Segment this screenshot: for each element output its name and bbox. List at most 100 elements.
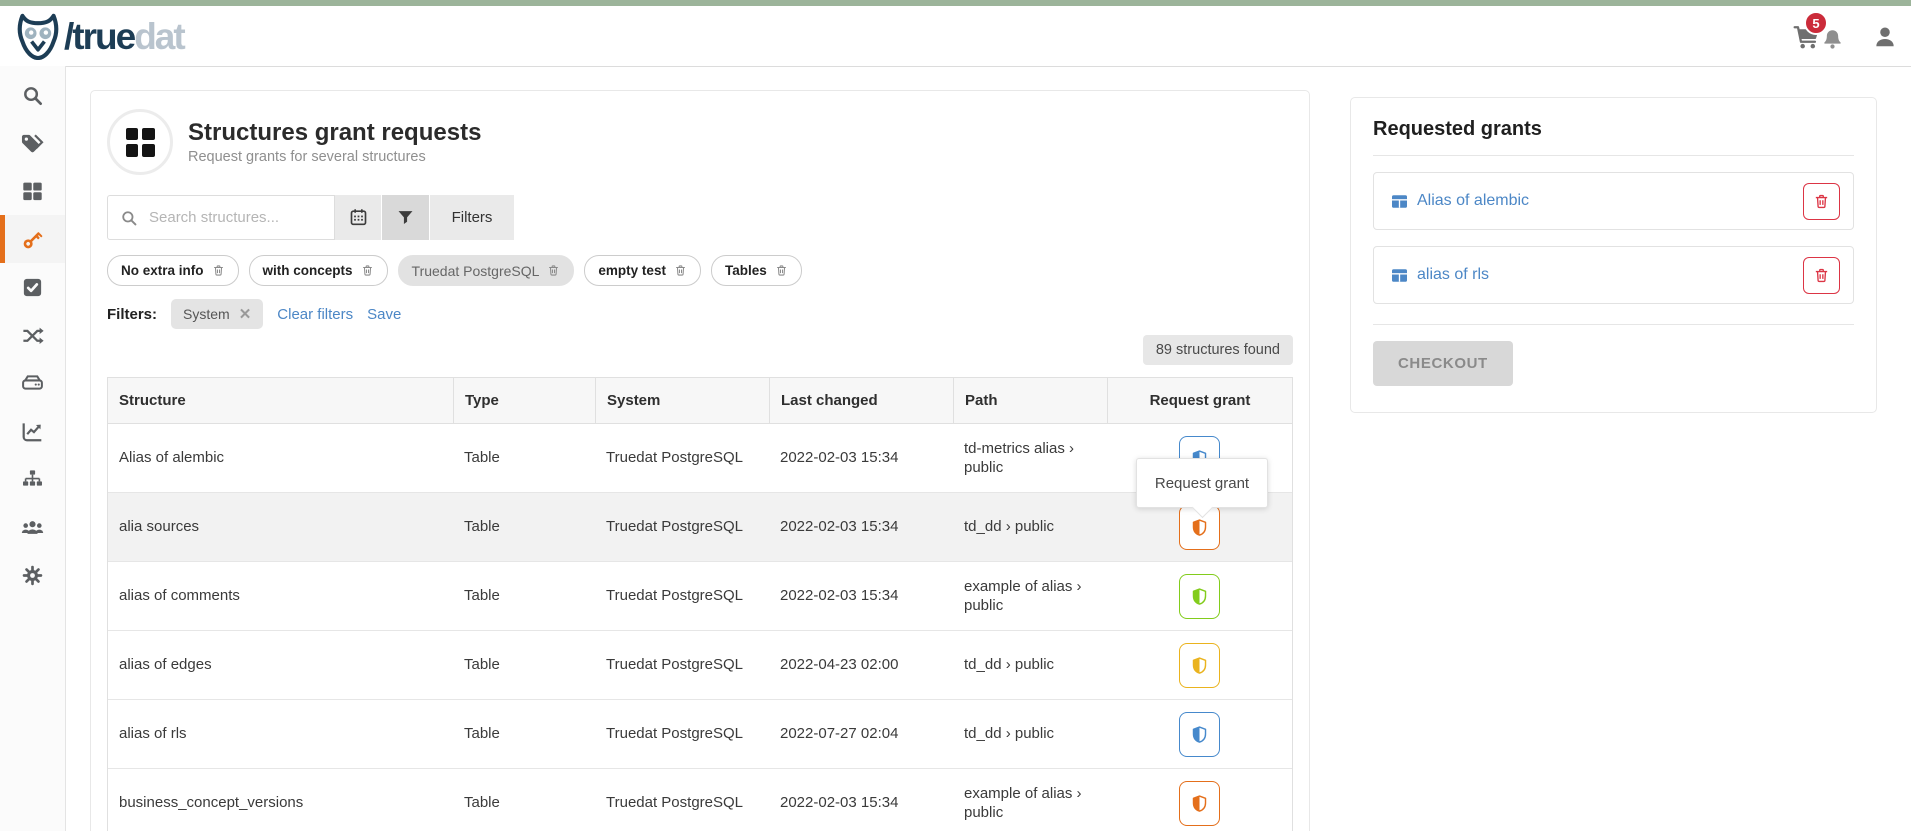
cell-type: Table [453,442,595,474]
cell-path: td_dd › public [953,511,1107,543]
column-header-structure: Structure [108,378,453,423]
sidebar-item-systems[interactable] [0,359,65,407]
table-body: Alias of alembic Table Truedat PostgreSQ… [108,424,1292,831]
trash-icon[interactable] [361,264,374,277]
user-avatar-icon[interactable] [1872,24,1898,50]
funnel-icon [396,208,415,227]
cell-last-changed: 2022-02-03 15:34 [769,511,953,543]
trash-icon[interactable] [674,264,687,277]
request-grant-button[interactable] [1179,574,1220,619]
filter-chip[interactable]: empty test [584,255,701,286]
sidebar-item-tasks[interactable] [0,263,65,311]
divider [1373,155,1854,156]
delete-grant-button[interactable] [1803,183,1840,220]
page-subtitle: Request grants for several structures [188,149,481,165]
cell-system: Truedat PostgreSQL [595,511,769,543]
cell-last-changed: 2022-02-03 15:34 [769,580,953,612]
key-icon [21,228,44,251]
sidebar-item-analytics[interactable] [0,407,65,455]
trash-icon[interactable] [212,264,225,277]
request-grant-button[interactable] [1179,643,1220,688]
tooltip-text: Request grant [1155,475,1249,492]
cell-last-changed: 2022-04-23 02:00 [769,649,953,681]
save-filters-link[interactable]: Save [367,306,401,323]
cell-system: Truedat PostgreSQL [595,442,769,474]
owl-logo-icon [16,12,60,60]
shield-icon [1190,724,1209,745]
request-grant-button[interactable] [1179,781,1220,826]
requested-grants-list: Alias of alembic alias of rls [1373,172,1854,304]
cell-structure: alias of rls [108,718,453,750]
filter-chip-label: with concepts [263,263,353,278]
trash-icon [1813,267,1830,284]
grant-item-label: Alias of alembic [1417,192,1529,210]
requested-grants-title: Requested grants [1373,118,1854,141]
sidebar-item-settings[interactable] [0,551,65,599]
filter-chip[interactable]: No extra info [107,255,239,286]
table-row: Alias of alembic Table Truedat PostgreSQ… [108,424,1292,493]
brand-logo[interactable]: /truedat [0,12,184,60]
filter-chips: No extra info with concepts Truedat Post… [107,255,1293,286]
date-filter-button[interactable] [335,195,381,240]
cell-structure: alias of edges [108,649,453,681]
cell-type: Table [453,718,595,750]
sidebar-item-hierarchy[interactable] [0,455,65,503]
checkout-button[interactable]: CHECKOUT [1373,341,1513,386]
sidebar-item-modules[interactable] [0,167,65,215]
tags-icon [21,132,44,155]
check-square-icon [21,276,44,299]
cart-count-badge: 5 [1804,11,1828,35]
cell-path: example of alias › public [953,778,1107,829]
requested-grants-panel: Requested grants Alias of alembic [1350,97,1877,413]
brand-wordmark: /truedat [64,18,184,55]
cell-type: Table [453,649,595,681]
sidebar-item-lineage[interactable] [0,311,65,359]
trash-icon[interactable] [775,264,788,277]
search-input[interactable] [147,208,322,227]
filter-chip-label: Tables [725,263,767,278]
trash-icon [1813,193,1830,210]
applied-filter-chip: System ✕ [171,299,263,329]
delete-grant-button[interactable] [1803,257,1840,294]
search-box [107,195,335,240]
remove-filter-icon[interactable]: ✕ [239,307,252,322]
results-count-badge: 89 structures found [1143,335,1293,365]
filter-chip-label: Truedat PostgreSQL [412,263,540,279]
filter-chip[interactable]: Tables [711,255,802,286]
sidebar-item-search[interactable] [0,71,65,119]
sidebar-item-groups[interactable] [0,503,65,551]
sitemap-icon [21,468,44,491]
cell-system: Truedat PostgreSQL [595,649,769,681]
filter-chip[interactable]: Truedat PostgreSQL [398,255,575,286]
filter-chip[interactable]: with concepts [249,255,388,286]
filters-bar-label: Filters: [107,306,157,323]
table-icon [1391,194,1408,209]
shield-icon [1190,793,1209,814]
table-row: alias of edges Table Truedat PostgreSQL … [108,631,1292,700]
requested-grant-item: Alias of alembic [1373,172,1854,230]
grant-item-link[interactable]: Alias of alembic [1391,192,1803,210]
cell-path: td_dd › public [953,718,1107,750]
sidebar-item-tags[interactable] [0,119,65,167]
page-title: Structures grant requests [188,119,481,147]
cell-system: Truedat PostgreSQL [595,580,769,612]
shield-icon [1190,655,1209,676]
cell-system: Truedat PostgreSQL [595,787,769,819]
cell-structure: alia sources [108,511,453,543]
search-icon [120,209,138,227]
table-header: Structure Type System Last changed Path … [108,378,1292,424]
trash-icon[interactable] [547,264,560,277]
grant-item-link[interactable]: alias of rls [1391,266,1803,284]
grant-item-label: alias of rls [1417,266,1489,284]
clear-filters-link[interactable]: Clear filters [277,306,353,323]
requested-grant-item: alias of rls [1373,246,1854,304]
storage-drive-icon [21,372,44,395]
filters-button[interactable]: Filters [430,195,514,240]
request-grant-tooltip: Request grant [1136,458,1268,508]
filter-funnel-button[interactable] [382,195,429,240]
sidebar-item-grant-requests[interactable] [0,215,65,263]
shield-icon [1190,517,1209,538]
cell-structure: business_concept_versions [108,787,453,819]
request-grant-button[interactable] [1179,712,1220,757]
cell-last-changed: 2022-02-03 15:34 [769,787,953,819]
